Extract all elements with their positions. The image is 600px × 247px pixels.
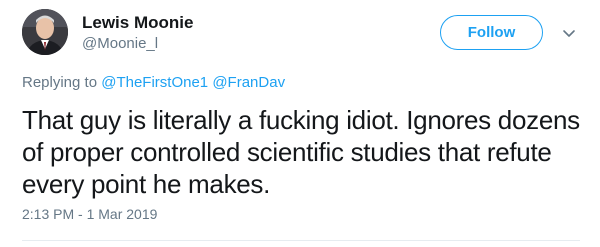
reply-prefix: Replying to <box>22 74 98 91</box>
mention-link-thefirstone1[interactable]: @TheFirstOne1 <box>101 74 208 91</box>
user-handle[interactable]: @Moonie_l <box>82 35 158 52</box>
divider <box>22 240 580 241</box>
tweet-timestamp[interactable]: 2:13 PM - 1 Mar 2019 <box>22 206 157 222</box>
chevron-down-icon[interactable] <box>561 25 577 41</box>
follow-button[interactable]: Follow <box>440 15 543 50</box>
tweet-card: Lewis Moonie @Moonie_l Follow Replying t… <box>0 0 600 247</box>
profile-photo-icon <box>22 9 68 55</box>
mention-link-frandav[interactable]: @FranDav <box>212 74 285 91</box>
avatar[interactable] <box>22 9 68 55</box>
display-name[interactable]: Lewis Moonie <box>82 13 193 33</box>
reply-context: Replying to @TheFirstOne1 @FranDav <box>22 74 285 91</box>
tweet-text: That guy is literally a fucking idiot. I… <box>22 105 580 199</box>
